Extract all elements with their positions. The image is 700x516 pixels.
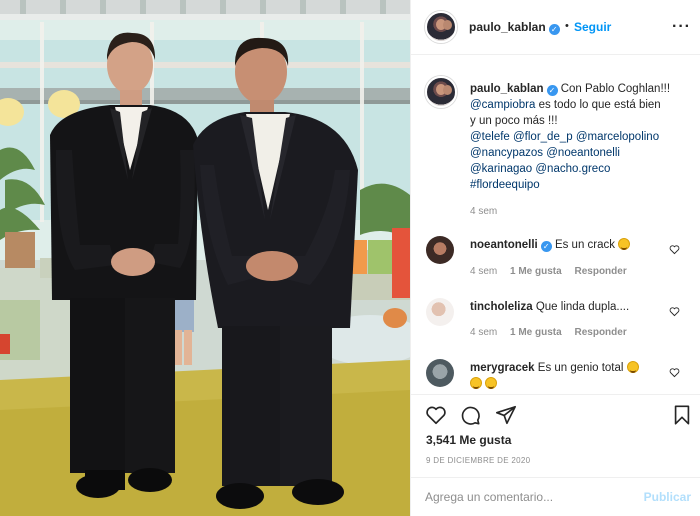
likes-count[interactable]: 3,541 Me gusta bbox=[426, 433, 511, 447]
laughing-emoji-icon bbox=[470, 377, 482, 389]
heart-icon[interactable] bbox=[425, 404, 447, 426]
laughing-emoji-icon bbox=[485, 377, 498, 389]
comment-username[interactable]: merygracek bbox=[470, 362, 535, 374]
photo-illustration bbox=[0, 0, 410, 516]
instagram-post: paulo_kablan ✓ • Seguir ··· paulo_kablan ✓… bbox=[0, 0, 700, 516]
comment-likes[interactable]: 1 Me gusta bbox=[510, 266, 562, 277]
comments-list[interactable]: paulo_kablan ✓ Con Pablo Coghlan!!! @camp… bbox=[411, 56, 700, 394]
comment-username[interactable]: tincholeliza bbox=[470, 301, 533, 313]
caption: paulo_kablan ✓ Con Pablo Coghlan!!! @camp… bbox=[470, 81, 688, 193]
mention-links[interactable]: @nancypazos @noeantonelli bbox=[470, 147, 620, 159]
bookmark-icon[interactable] bbox=[671, 404, 693, 426]
comment-time[interactable]: 4 sem bbox=[470, 327, 497, 338]
comment-icon[interactable] bbox=[459, 404, 481, 426]
reply-button[interactable]: Responder bbox=[574, 266, 626, 277]
more-icon[interactable]: ··· bbox=[672, 18, 691, 36]
author-username[interactable]: paulo_kablan ✓ bbox=[469, 20, 560, 35]
share-icon[interactable] bbox=[495, 404, 517, 426]
caption-username[interactable]: paulo_kablan bbox=[470, 83, 544, 95]
comment-like-heart-icon[interactable] bbox=[669, 244, 680, 255]
comment: tincholeliza Que linda dupla.... bbox=[470, 299, 688, 315]
comment-text: Que linda dupla.... bbox=[535, 301, 630, 313]
mention-links[interactable]: @karinagao @nacho.greco bbox=[470, 163, 610, 175]
post-photo[interactable] bbox=[0, 0, 410, 516]
author-username-text[interactable]: paulo_kablan bbox=[469, 20, 546, 34]
verified-icon: ✓ bbox=[546, 85, 558, 96]
caption-line: es todo lo que está bien bbox=[535, 99, 661, 111]
comment-meta: 4 sem 1 Me gusta Responder bbox=[470, 266, 637, 277]
verified-icon: ✓ bbox=[548, 24, 560, 35]
reply-button[interactable]: Responder bbox=[574, 327, 626, 338]
caption-avatar[interactable] bbox=[425, 76, 457, 108]
comment-like-heart-icon[interactable] bbox=[669, 367, 680, 378]
post-header: paulo_kablan ✓ • Seguir ··· bbox=[411, 0, 700, 55]
post-panel: paulo_kablan ✓ • Seguir ··· paulo_kablan ✓… bbox=[410, 0, 700, 516]
comment-username[interactable]: noeantonelli bbox=[470, 239, 538, 251]
comment-avatar[interactable] bbox=[426, 298, 454, 326]
comment-likes[interactable]: 1 Me gusta bbox=[510, 327, 562, 338]
author-avatar[interactable] bbox=[425, 11, 457, 43]
comment-avatar[interactable] bbox=[426, 359, 454, 387]
comment: noeantonelli ✓ Es un crack bbox=[470, 237, 688, 253]
header-separator: • bbox=[565, 20, 569, 32]
comment-input[interactable] bbox=[425, 490, 625, 504]
follow-button[interactable]: Seguir bbox=[574, 20, 611, 34]
comment-text: Es un genio total bbox=[537, 362, 624, 374]
caption-meta: 4 sem bbox=[470, 206, 507, 217]
comment-text: Es un crack bbox=[554, 239, 616, 251]
post-actions: 3,541 Me gusta 9 DE DICIEMBRE DE 2020 Pu… bbox=[411, 394, 700, 516]
caption-line: Con Pablo Coghlan!!! bbox=[560, 83, 671, 95]
laughing-emoji-icon bbox=[618, 238, 631, 250]
comment-like-heart-icon[interactable] bbox=[669, 306, 680, 317]
comment-time[interactable]: 4 sem bbox=[470, 266, 497, 277]
mention-link[interactable]: @campiobra bbox=[470, 99, 535, 111]
comment-avatar[interactable] bbox=[426, 236, 454, 264]
hashtag-link[interactable]: #flordeequipo bbox=[470, 179, 540, 191]
mention-links[interactable]: @telefe @flor_de_p @marcelopolino bbox=[470, 131, 659, 143]
verified-icon: ✓ bbox=[540, 241, 552, 252]
publish-button[interactable]: Publicar bbox=[644, 490, 691, 504]
comment-meta: 4 sem 1 Me gusta Responder bbox=[470, 327, 637, 338]
add-comment-bar: Publicar bbox=[411, 477, 700, 516]
caption-line: y un poco más !!! bbox=[470, 115, 558, 127]
comment: merygracek Es un genio total bbox=[470, 360, 688, 392]
laughing-emoji-icon bbox=[626, 361, 639, 373]
caption-time[interactable]: 4 sem bbox=[470, 206, 497, 217]
post-date[interactable]: 9 DE DICIEMBRE DE 2020 bbox=[426, 456, 530, 465]
